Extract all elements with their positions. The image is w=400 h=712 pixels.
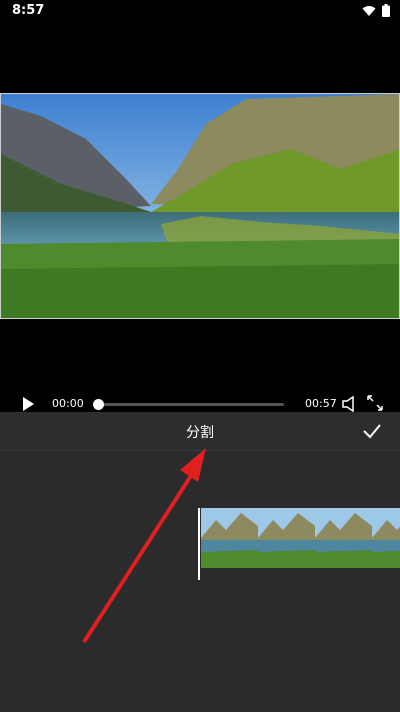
timeline-thumbnail	[201, 508, 258, 568]
status-bar: 8:57	[0, 0, 400, 22]
video-frame[interactable]	[0, 93, 400, 319]
playhead-line[interactable]	[198, 508, 200, 580]
current-time: 00:00	[52, 397, 84, 410]
status-icons	[362, 4, 390, 17]
player-controls: 00:00 00:57	[0, 390, 400, 412]
total-time: 00:57	[305, 397, 337, 410]
fullscreen-icon[interactable]	[366, 394, 384, 412]
timeline-thumbnail	[315, 508, 372, 568]
toolbar-title: 分割	[186, 425, 214, 441]
battery-icon	[382, 4, 390, 17]
seek-thumb[interactable]	[93, 399, 104, 410]
play-icon[interactable]	[20, 396, 36, 412]
video-preview-area[interactable]	[0, 22, 400, 390]
wifi-icon	[362, 5, 376, 16]
seek-bar[interactable]	[96, 403, 284, 406]
checkmark-icon[interactable]	[361, 420, 383, 442]
volume-icon[interactable]	[341, 396, 359, 412]
video-frame-image	[1, 94, 399, 318]
status-time: 8:57	[12, 3, 45, 18]
timeline-strip[interactable]	[201, 508, 400, 568]
editor-panel	[0, 451, 400, 712]
timeline-thumbnail	[372, 508, 400, 568]
timeline-thumbnail	[258, 508, 315, 568]
split-toolbar: 分割	[0, 412, 400, 451]
